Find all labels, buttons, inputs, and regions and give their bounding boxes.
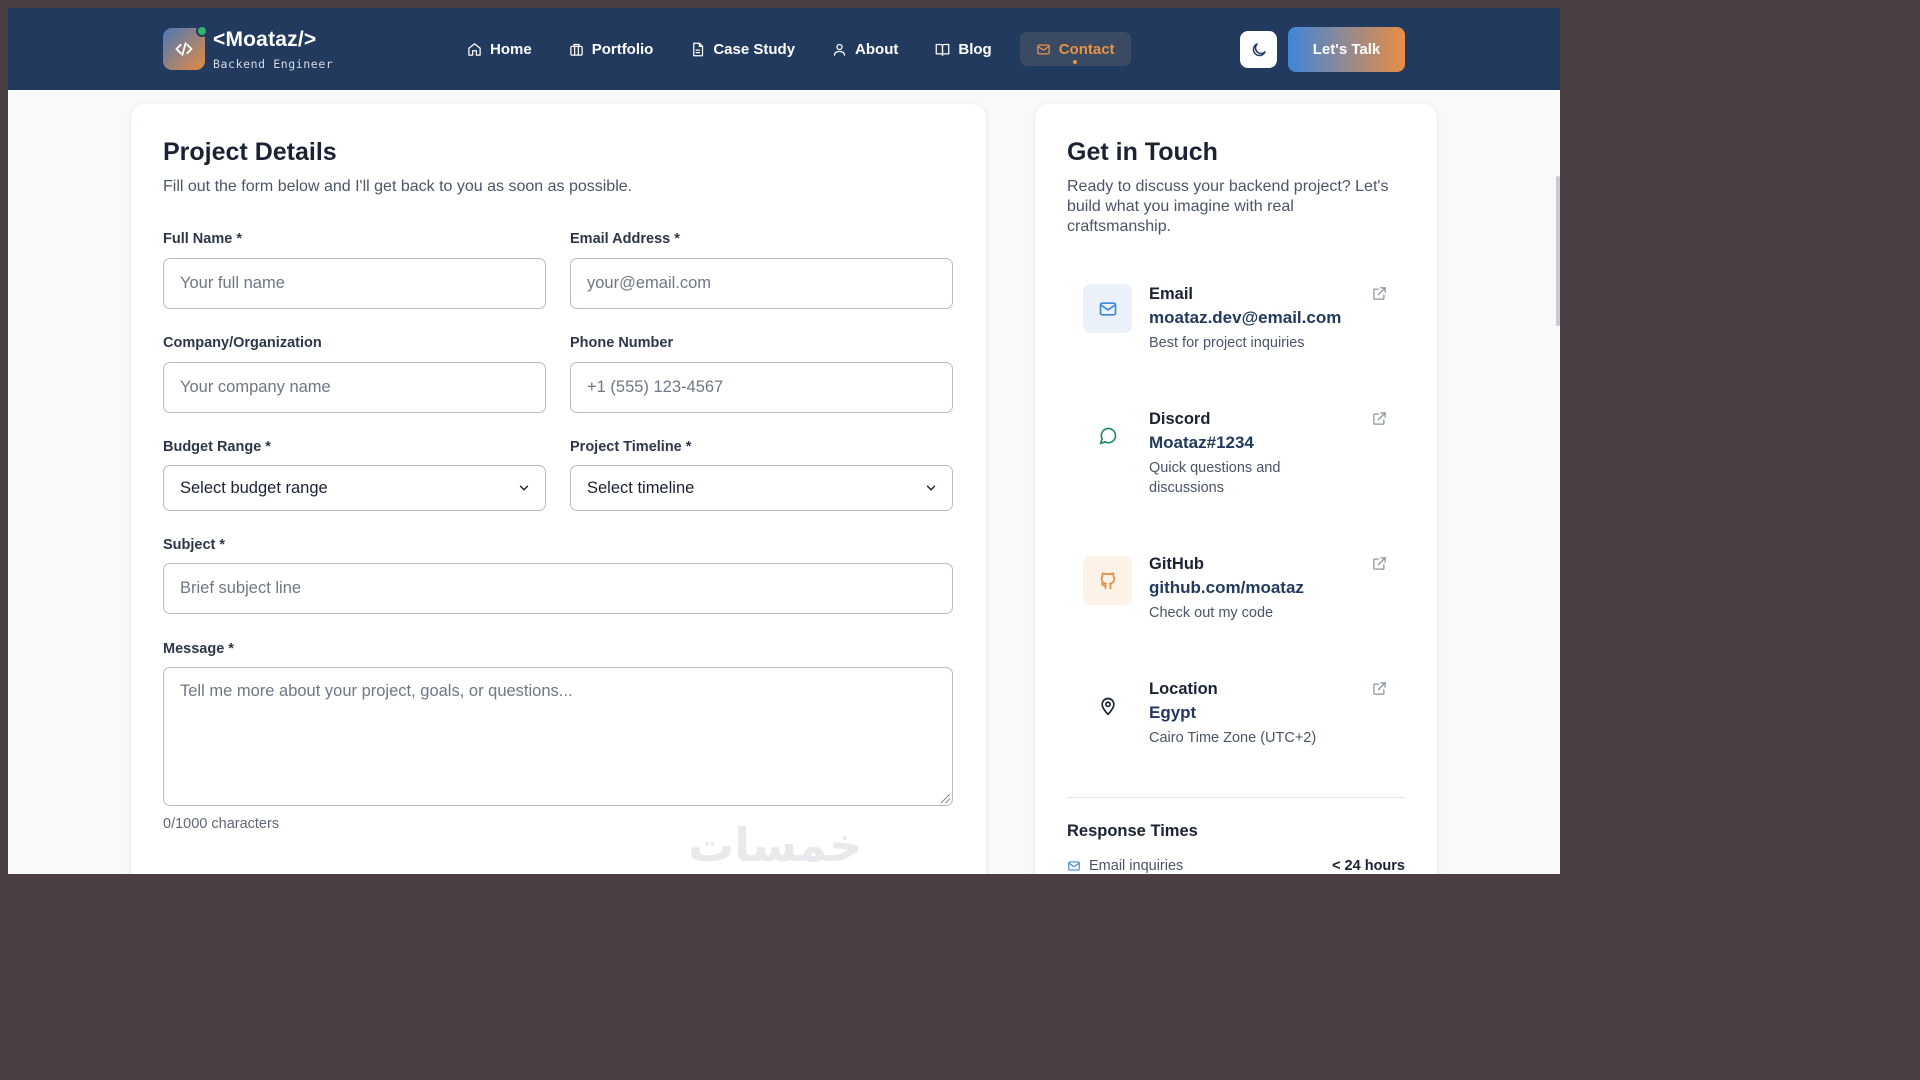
discord-contact-value[interactable]: Moataz#1234 [1149, 433, 1254, 453]
phone-label: Phone Number [570, 335, 674, 351]
watermark: خمسات [688, 819, 863, 871]
email-contact-desc: Best for project inquiries [1149, 335, 1305, 351]
company-input[interactable]: Your company name [163, 362, 546, 413]
response-row-value: < 24 hours [1332, 858, 1405, 874]
response-row-label: Email inquiries [1089, 858, 1184, 874]
mail-icon [1099, 301, 1116, 316]
full-name-label: Full Name * [163, 231, 242, 247]
touch-subtitle: Ready to discuss your backend project? L… [1067, 178, 1389, 235]
message-label: Message * [163, 641, 234, 657]
chevron-down-icon [519, 485, 529, 491]
location-contact-desc: Cairo Time Zone (UTC+2) [1149, 730, 1317, 746]
location-pin-icon [1100, 697, 1115, 715]
timeline-select[interactable]: Select timeline [570, 465, 953, 511]
nav-blog-label: Blog [958, 40, 992, 58]
github-contact-icon-box [1083, 556, 1132, 605]
response-row-email: Email inquiries < 24 hours [1067, 858, 1405, 874]
logo-subtitle: Backend Engineer [213, 57, 334, 71]
nav-about-label: About [855, 40, 899, 58]
location-contact-title: Location [1149, 680, 1218, 698]
page-frame: <Moataz/> Backend Engineer Home Portfoli… [8, 8, 1560, 874]
resize-handle[interactable] [941, 794, 950, 803]
phone-input[interactable]: +1 (555) 123-4567 [570, 362, 953, 413]
section-divider [1067, 797, 1405, 798]
book-icon [936, 43, 950, 56]
nav-about[interactable]: About [823, 32, 907, 66]
character-counter: 0/1000 characters [163, 816, 280, 832]
response-times-title: Response Times [1067, 822, 1198, 840]
nav-contact-label: Contact [1058, 40, 1115, 58]
location-contact-value: Egypt [1149, 703, 1197, 722]
subject-label: Subject * [163, 537, 226, 553]
status-dot [196, 25, 208, 37]
response-row-label-wrap: Email inquiries [1067, 858, 1183, 874]
touch-title: Get in Touch [1067, 138, 1218, 166]
full-name-input[interactable]: Your full name [163, 258, 546, 309]
discord-contact-icon-box [1083, 411, 1132, 460]
message-textarea[interactable]: Tell me more about your project, goals, … [163, 667, 953, 806]
github-contact-value[interactable]: github.com/moataz [1149, 578, 1304, 598]
form-title: Project Details [163, 138, 337, 166]
code-icon [175, 42, 193, 56]
user-icon [833, 43, 846, 56]
nav-links: Home Portfolio Case Study About Blog Con… [458, 32, 1150, 66]
nav-case-study[interactable]: Case Study [681, 32, 804, 66]
lets-talk-button[interactable]: Let's Talk [1288, 27, 1405, 72]
theme-toggle-button[interactable] [1240, 31, 1277, 68]
external-link-icon[interactable] [1372, 411, 1387, 426]
nav-blog[interactable]: Blog [926, 32, 1000, 66]
nav-portfolio-label: Portfolio [591, 40, 654, 58]
nav-home[interactable]: Home [458, 32, 541, 66]
message-placeholder: Tell me more about your project, goals, … [180, 682, 573, 700]
company-label: Company/Organization [163, 335, 322, 351]
form-subtitle: Fill out the form below and I'll get bac… [163, 178, 633, 195]
moon-icon [1252, 42, 1266, 56]
home-icon [468, 42, 481, 56]
github-icon [1100, 571, 1115, 589]
briefcase-icon [569, 43, 583, 56]
external-link-icon[interactable] [1372, 556, 1387, 571]
discord-contact-desc: Quick questions and discussions [1149, 460, 1281, 496]
chevron-down-icon [926, 485, 936, 491]
email-contact-icon-box [1083, 284, 1132, 333]
budget-select-value: Select budget range [180, 478, 328, 497]
logo-title[interactable]: <Moataz/> [213, 28, 316, 52]
discord-contact-title: Discord [1149, 410, 1211, 428]
mail-icon [1036, 44, 1050, 54]
scrollbar-thumb[interactable] [1556, 176, 1560, 326]
external-link-icon[interactable] [1372, 681, 1387, 696]
github-contact-title: GitHub [1149, 555, 1204, 573]
github-contact-desc: Check out my code [1149, 605, 1274, 621]
mail-icon [1068, 861, 1080, 871]
nav-home-label: Home [490, 40, 532, 58]
timeline-select-value: Select timeline [587, 478, 695, 497]
chat-icon [1099, 427, 1116, 444]
budget-select[interactable]: Select budget range [163, 465, 546, 511]
nav-contact[interactable]: Contact [1019, 32, 1131, 66]
budget-label: Budget Range * [163, 439, 271, 455]
email-input[interactable]: your@email.com [570, 258, 953, 309]
external-link-icon[interactable] [1372, 286, 1387, 301]
email-contact-value[interactable]: moataz.dev@email.com [1149, 308, 1341, 328]
email-contact-title: Email [1149, 285, 1194, 303]
subject-input[interactable]: Brief subject line [163, 563, 953, 614]
document-icon [693, 42, 704, 56]
location-contact-icon-box [1083, 681, 1132, 730]
top-navbar: <Moataz/> Backend Engineer Home Portfoli… [8, 8, 1560, 90]
email-label: Email Address * [570, 231, 680, 247]
nav-portfolio[interactable]: Portfolio [560, 32, 663, 66]
timeline-label: Project Timeline * [570, 439, 692, 455]
nav-case-study-label: Case Study [713, 40, 796, 58]
